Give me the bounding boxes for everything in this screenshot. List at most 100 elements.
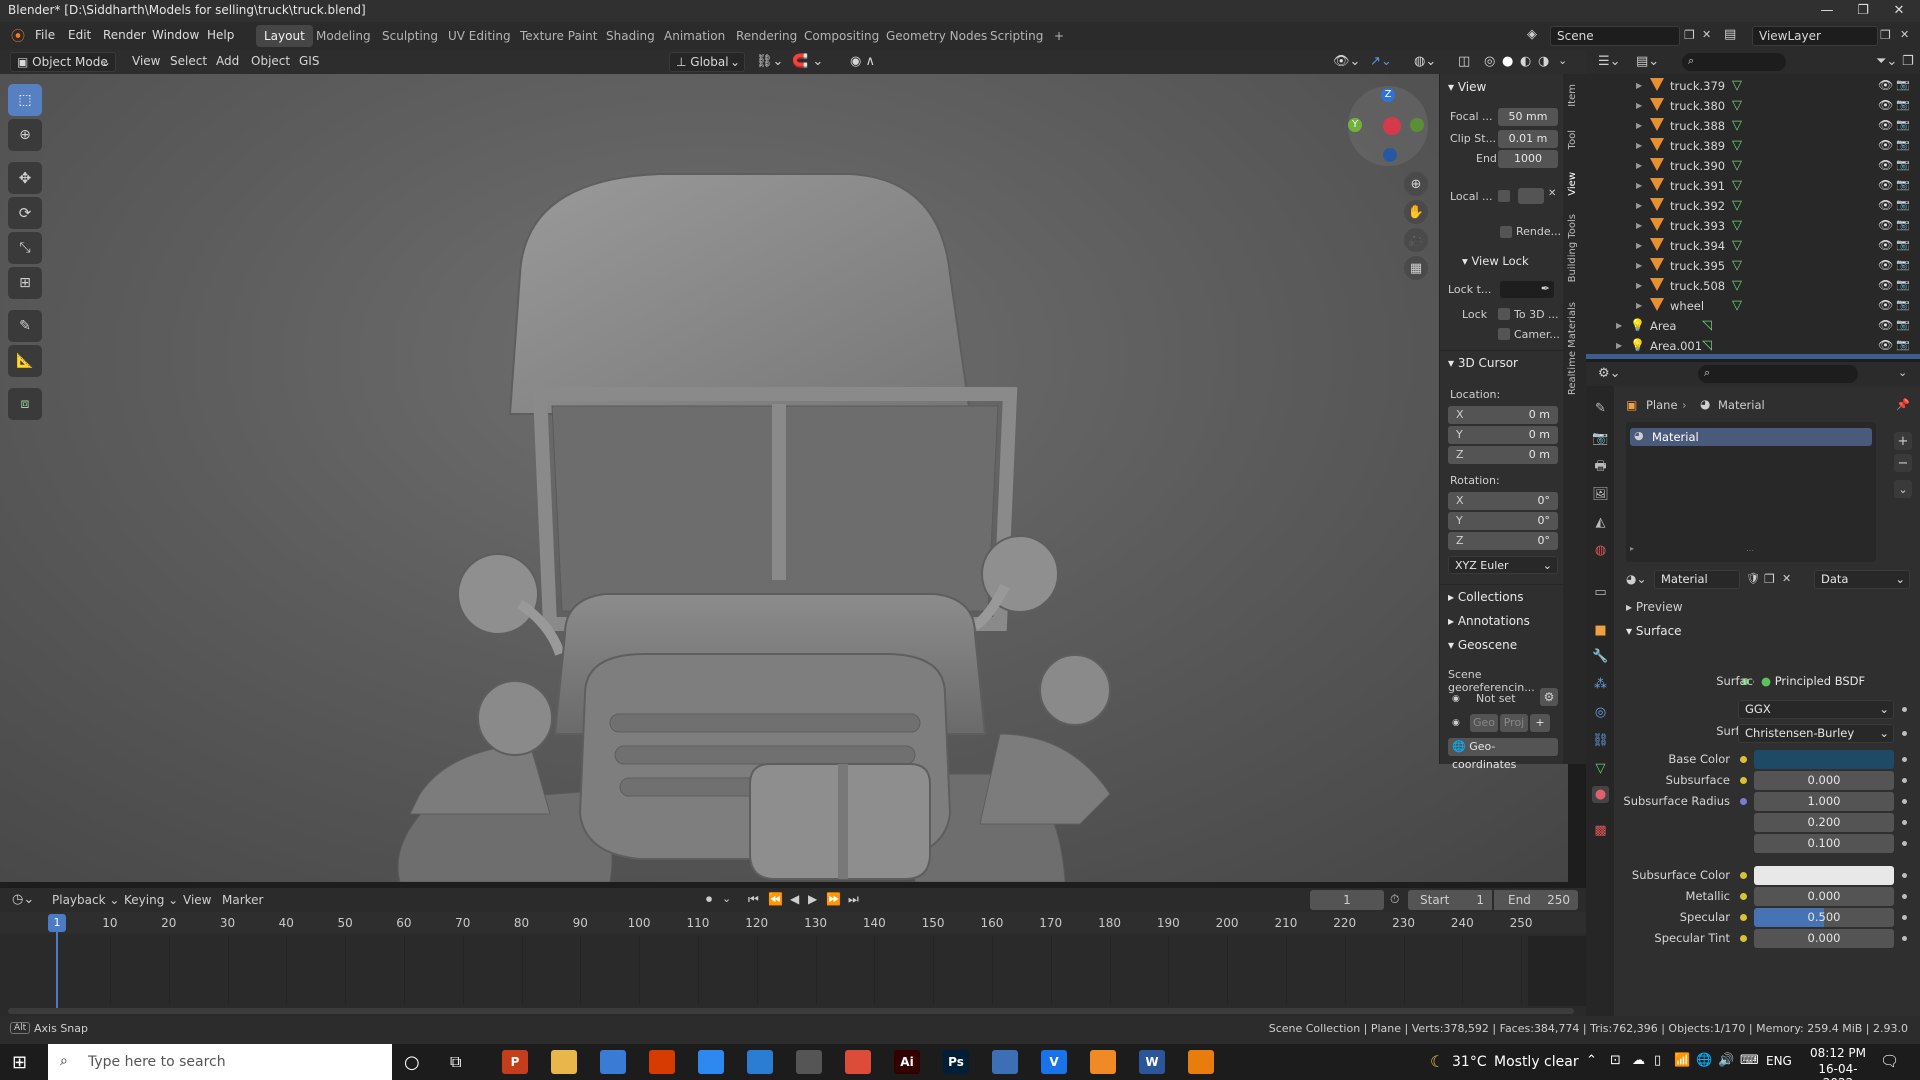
timeline[interactable]: 10 20 30 40 50 60 70 80 90 100 110 120 130 140 150 160 1… (0, 912, 1586, 1016)
outliner-item[interactable]: ▶ truck.390 ▽ 👁 📷 (1586, 156, 1920, 176)
keyframe-dot-icon[interactable] (1902, 731, 1907, 736)
add-workspace-button[interactable]: + (1046, 25, 1072, 47)
shading-options-icon[interactable]: ⌄ (1558, 54, 1567, 67)
tray-chevron-up-icon[interactable]: ⌃ (1586, 1053, 1597, 1068)
outliner-item[interactable]: ▶ truck.388 ▽ 👁 📷 (1586, 116, 1920, 136)
expand-arrow-icon[interactable]: ▶ (1636, 221, 1642, 230)
data-tab-icon[interactable]: ▽ (1592, 760, 1609, 777)
rotation-mode-dropdown[interactable]: XYZ Euler ⌄ (1448, 556, 1558, 574)
eye-icon[interactable]: 👁 (1878, 78, 1893, 92)
network-icon[interactable]: 📶 (1674, 1053, 1690, 1068)
expand-arrow-icon[interactable]: ▶ (1636, 201, 1642, 210)
menu-file[interactable]: File (35, 28, 55, 42)
close-button[interactable]: ✕ (1876, 0, 1920, 22)
gizmo-neg-y-icon[interactable] (1410, 118, 1424, 132)
subsurface-method-dropdown[interactable]: Christensen-Burley ⌄ (1738, 724, 1894, 743)
local-camera-checkbox[interactable] (1498, 190, 1510, 202)
jump-end-icon[interactable]: ⏭ (848, 892, 859, 907)
modifier-tab-icon[interactable]: 🔧 (1592, 648, 1609, 665)
playhead-frame[interactable]: 1 (48, 914, 66, 932)
world-tab-icon[interactable]: ◍ (1592, 542, 1609, 559)
pivot-point-icon[interactable]: ⛓⌄ (756, 54, 783, 69)
keyboard-icon[interactable]: ⌨ (1740, 1053, 1759, 1068)
menu-edit[interactable]: Edit (68, 28, 91, 42)
clock-date[interactable]: 16-04-2022 (1806, 1062, 1870, 1080)
local-camera-field[interactable] (1518, 188, 1544, 204)
cursor-location-z-field[interactable]: Z0 m (1448, 446, 1558, 464)
eye-icon[interactable]: 👁 (1878, 138, 1893, 152)
keyframe-dot-icon[interactable] (1902, 778, 1907, 783)
taskbar-app-icon[interactable] (747, 1050, 773, 1074)
output-tab-icon[interactable]: 🖶 (1592, 458, 1609, 475)
expand-arrow-icon[interactable]: ▶ (1636, 121, 1642, 130)
outliner-item[interactable]: ▶ truck.379 ▽ 👁 📷 (1586, 76, 1920, 96)
workspace-tab-scripting[interactable]: Scripting (982, 25, 1051, 47)
taskbar-search-box[interactable]: ⌕ Type here to search (48, 1044, 392, 1080)
expand-arrow-icon[interactable]: ▶ (1636, 301, 1642, 310)
gizmo-neg-z-icon[interactable] (1383, 148, 1397, 162)
number-field[interactable]: 0.500 (1754, 908, 1894, 927)
viewport-menu-gis[interactable]: GIS (299, 54, 319, 68)
camera-icon[interactable]: 📷 (1896, 138, 1910, 151)
taskbar-app-icon[interactable]: P (502, 1050, 528, 1074)
start-frame-field[interactable]: Start 1 (1408, 890, 1492, 910)
visibility-icon[interactable]: 👁⌄ (1333, 54, 1360, 69)
render-tab-icon[interactable]: 📷 (1592, 430, 1609, 447)
battery-icon[interactable]: ▯ (1654, 1053, 1661, 1068)
distribution-dropdown[interactable]: GGX ⌄ (1738, 700, 1894, 719)
camera-view-icon[interactable]: 🎥 (1404, 228, 1428, 252)
tab-building-tools[interactable]: Building Tools (1567, 214, 1578, 282)
cortana-icon[interactable]: ○ (404, 1052, 420, 1073)
workspace-tab-geometry-nodes[interactable]: Geometry Nodes (878, 25, 995, 47)
material-slot-item[interactable]: ◕ Material (1630, 428, 1872, 446)
onedrive-icon[interactable]: ☁ (1632, 1053, 1645, 1068)
expand-arrow-icon[interactable]: ▶ (1636, 261, 1642, 270)
outliner-search-input[interactable]: ⌕ (1682, 53, 1786, 71)
lock-to-object-field[interactable]: ✒ (1500, 281, 1554, 298)
keyframe-dot-icon[interactable] (1902, 820, 1907, 825)
cursor-location-x-field[interactable]: X0 m (1448, 406, 1558, 424)
number-field[interactable]: 0.100 (1754, 834, 1894, 853)
zoom-icon[interactable]: ⊕ (1404, 172, 1428, 196)
display-mode-icon[interactable]: ▤⌄ (1636, 54, 1659, 69)
auto-keying-icon[interactable]: ⏺ (706, 892, 712, 907)
timeline-editor-icon[interactable]: ◷⌄ (12, 892, 34, 907)
playback-menu[interactable]: Playback ⌄ (52, 893, 119, 907)
windows-start-icon[interactable]: ⊞ (12, 1052, 27, 1073)
jump-keyframe-back-icon[interactable]: ⏪ (768, 892, 783, 906)
view-layer-tab-icon[interactable]: 🖼 (1592, 486, 1609, 503)
geoscene-panel-header[interactable]: ▾ Geoscene (1448, 638, 1517, 652)
outliner-item[interactable]: ▶ truck.391 ▽ 👁 📷 (1586, 176, 1920, 196)
jump-start-icon[interactable]: ⏮ (748, 892, 759, 907)
taskbar-app-icon[interactable] (845, 1050, 871, 1074)
eyedropper-icon[interactable]: ✒ (1541, 282, 1550, 295)
camera-icon[interactable]: 📷 (1896, 98, 1910, 111)
expand-arrow-icon[interactable]: ▶ (1636, 181, 1642, 190)
texture-tab-icon[interactable]: ▩ (1592, 822, 1609, 839)
object-tab-icon[interactable]: ■ (1592, 622, 1609, 639)
navigation-gizmo[interactable]: Z Y (1348, 86, 1428, 166)
expand-arrow-icon[interactable]: ▶ (1616, 321, 1622, 330)
proj-button[interactable]: Proj (1500, 714, 1528, 732)
resize-grip-icon[interactable]: ⋯ (1746, 546, 1754, 555)
taskbar-app-icon[interactable] (1090, 1050, 1116, 1074)
geo-coordinates-button[interactable]: 🌐 Geo-coordinates (1448, 738, 1558, 771)
view-layer-icon[interactable]: ▤ (1724, 27, 1736, 42)
expand-arrow-icon[interactable]: ▶ (1636, 81, 1642, 90)
camera-icon[interactable]: 📷 (1896, 178, 1910, 191)
outliner-item[interactable]: ▶ truck.392 ▽ 👁 📷 (1586, 196, 1920, 216)
clip-start-field[interactable]: 0.01 m (1498, 130, 1558, 148)
orientation-dropdown[interactable]: ⊥ Global ⌄ (669, 52, 745, 72)
new-view-layer-icon[interactable]: ❐ (1880, 28, 1891, 42)
weather-icon[interactable]: ☾ (1430, 1052, 1444, 1071)
material-slot-list[interactable]: ◕ Material ▸ ⋯ (1626, 422, 1876, 562)
workspace-tab-sculpting[interactable]: Sculpting (374, 25, 446, 47)
physics-tab-icon[interactable]: ◎ (1592, 704, 1609, 721)
workspace-tab-uv-editing[interactable]: UV Editing (440, 25, 519, 47)
keyframe-dot-icon[interactable] (1902, 915, 1907, 920)
menu-render[interactable]: Render (103, 28, 146, 42)
material-link-dropdown[interactable]: Data ⌄ (1814, 570, 1910, 589)
expand-arrow-icon[interactable]: ▶ (1636, 161, 1642, 170)
camera-icon[interactable]: 📷 (1896, 238, 1910, 251)
workspace-tab-animation[interactable]: Animation (656, 25, 733, 47)
